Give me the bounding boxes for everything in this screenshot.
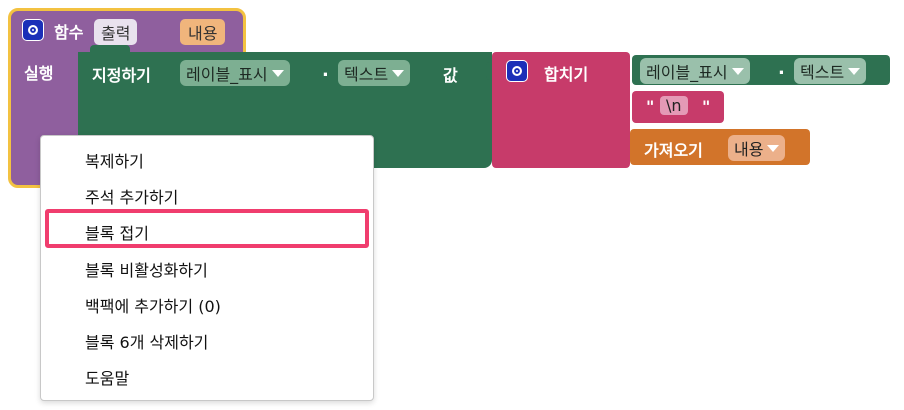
menu-item-help[interactable]: 도움말 bbox=[85, 365, 129, 389]
menu-item-add-comment[interactable]: 주석 추가하기 bbox=[85, 184, 178, 208]
join-keyword: 합치기 bbox=[544, 65, 589, 84]
procedure-name-field[interactable]: 출력 bbox=[94, 19, 138, 45]
close-quote: " bbox=[702, 97, 711, 116]
set-to-label: 값 bbox=[443, 66, 458, 85]
menu-item-disable-block[interactable]: 블록 비활성화하기 bbox=[85, 257, 208, 281]
getter-dot: . bbox=[778, 58, 785, 79]
procedure-param[interactable]: 내용 bbox=[180, 19, 226, 45]
gear-icon[interactable] bbox=[506, 60, 528, 82]
set-keyword: 지정하기 bbox=[92, 66, 151, 85]
set-component-dropdown[interactable]: 레이블_표시 bbox=[180, 60, 290, 86]
getter-property-label: 텍스트 bbox=[800, 63, 845, 82]
open-quote: " bbox=[646, 97, 655, 116]
chevron-down-icon bbox=[848, 67, 861, 75]
chevron-down-icon bbox=[392, 69, 405, 77]
procedure-do-label: 실행 bbox=[24, 64, 54, 83]
getter-component-label: 레이블_표시 bbox=[646, 63, 728, 82]
get-variable-label: 내용 bbox=[734, 140, 764, 159]
text-literal-value[interactable]: \n bbox=[660, 96, 688, 115]
set-dot: . bbox=[322, 60, 329, 81]
highlight-box bbox=[45, 209, 369, 248]
chevron-down-icon bbox=[271, 69, 284, 77]
get-keyword: 가져오기 bbox=[644, 141, 703, 160]
getter-property-dropdown[interactable]: 텍스트 bbox=[794, 58, 867, 84]
set-property-dropdown[interactable]: 텍스트 bbox=[338, 60, 411, 86]
getter-component-dropdown[interactable]: 레이블_표시 bbox=[640, 58, 750, 84]
menu-item-delete-blocks[interactable]: 블록 6개 삭제하기 bbox=[85, 329, 208, 353]
set-property-label: 텍스트 bbox=[344, 65, 389, 84]
procedure-keyword: 함수 bbox=[54, 23, 84, 42]
get-variable-dropdown[interactable]: 내용 bbox=[728, 135, 786, 161]
gear-icon[interactable] bbox=[22, 19, 44, 41]
chevron-down-icon bbox=[767, 144, 780, 152]
set-component-label: 레이블_표시 bbox=[186, 65, 268, 84]
menu-item-duplicate[interactable]: 복제하기 bbox=[85, 148, 144, 172]
menu-item-add-to-backpack[interactable]: 백팩에 추가하기 (0) bbox=[85, 293, 221, 317]
chevron-down-icon bbox=[731, 67, 744, 75]
